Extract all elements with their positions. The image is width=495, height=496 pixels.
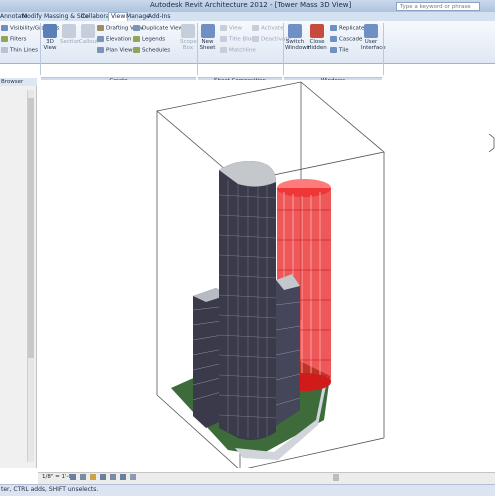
callout-icon <box>80 24 95 38</box>
ribbon-separator <box>197 23 198 75</box>
ribbon-tabs: Annotate Modify Massing & Site Collabora… <box>0 12 495 21</box>
callout-button[interactable]: Callout <box>79 24 98 45</box>
status-text: ter, CTRL adds, SHIFT unselects. <box>1 486 99 493</box>
legends-icon <box>133 36 140 42</box>
3d-model-drawing <box>156 81 385 471</box>
elevation-icon <box>97 36 104 42</box>
new-sheet-icon <box>200 24 215 38</box>
title-bar: Autodesk Revit Architecture 2012 - [Towe… <box>0 0 495 12</box>
close-hidden-button[interactable]: Close Hidden <box>307 24 327 51</box>
browser-scrollbar[interactable] <box>27 90 34 462</box>
activate-icon <box>252 25 259 31</box>
cascade-button[interactable]: Cascade <box>330 36 362 43</box>
section-button[interactable]: Section <box>60 24 80 45</box>
title-block-icon <box>220 36 227 42</box>
elevation-button[interactable]: Elevation <box>97 36 132 43</box>
legends-button[interactable]: Legends <box>133 36 165 43</box>
close-hidden-icon <box>310 24 324 38</box>
window-title: Autodesk Revit Architecture 2012 - [Towe… <box>150 1 352 9</box>
detail-level-icon[interactable] <box>70 474 76 480</box>
status-bar: ter, CTRL adds, SHIFT unselects. <box>0 484 495 496</box>
visibility-icon <box>1 25 8 31</box>
filter-icon <box>1 36 8 42</box>
schedules-icon <box>133 47 140 53</box>
tile-button[interactable]: Tile <box>330 47 349 54</box>
tile-icon <box>330 47 337 53</box>
replicate-button[interactable]: Replicate <box>330 25 364 32</box>
plan-views-icon <box>97 47 104 53</box>
switch-windows-icon <box>288 24 302 38</box>
tab-add-ins[interactable]: Add-Ins <box>148 13 170 20</box>
shadows-icon[interactable] <box>100 474 106 480</box>
view-icon <box>220 25 227 31</box>
view-button[interactable]: View <box>220 25 242 32</box>
project-browser[interactable]: Browser <box>0 78 37 468</box>
schedules-button[interactable]: Schedules <box>133 47 170 54</box>
ribbon: Visibility/Graphics Filters Thin Lines 3… <box>0 21 495 85</box>
scope-box-button[interactable]: Scope Box <box>180 24 197 51</box>
user-interface-icon <box>364 24 378 38</box>
switch-windows-button[interactable]: Switch Windows <box>285 24 310 51</box>
horizontal-scroll-thumb[interactable] <box>333 474 339 481</box>
visual-style-icon[interactable] <box>80 474 86 480</box>
section-icon <box>61 24 76 38</box>
view-control-bar <box>38 472 495 484</box>
drafting-view-icon <box>97 25 104 31</box>
cascade-icon <box>330 36 337 42</box>
activate-button[interactable]: Activate <box>252 25 284 32</box>
scope-box-icon <box>181 24 195 38</box>
user-interface-button[interactable]: User Interface <box>361 24 386 51</box>
filters-button[interactable]: Filters <box>1 36 27 43</box>
thin-lines-icon <box>1 47 8 53</box>
replicate-icon <box>330 25 337 31</box>
plan-views-button[interactable]: Plan Views <box>97 47 135 54</box>
hide-isolate-icon[interactable] <box>130 474 136 480</box>
3d-view-icon <box>43 24 57 38</box>
ribbon-separator <box>40 23 41 75</box>
tab-modify[interactable]: Modify <box>22 13 42 20</box>
tab-manage[interactable]: Manage <box>126 13 150 20</box>
3d-viewport[interactable] <box>38 80 495 471</box>
deactivate-icon <box>252 36 259 42</box>
new-sheet-button[interactable]: New Sheet <box>199 24 216 51</box>
project-browser-header: Browser <box>0 78 37 86</box>
3d-view-button[interactable]: 3D View <box>43 24 57 51</box>
sun-path-icon[interactable] <box>90 474 96 480</box>
right-block <box>275 274 301 426</box>
show-crop-icon[interactable] <box>120 474 126 480</box>
crop-view-icon[interactable] <box>110 474 116 480</box>
duplicate-view-button[interactable]: Duplicate View <box>133 25 183 32</box>
thin-lines-button[interactable]: Thin Lines <box>1 47 38 54</box>
matchline-button[interactable]: Matchline <box>220 47 256 54</box>
ribbon-separator <box>383 23 384 75</box>
search-input[interactable]: Type a keyword or phrase <box>396 2 480 11</box>
matchline-icon <box>220 47 227 53</box>
viewcube-icon[interactable] <box>488 134 495 152</box>
duplicate-view-icon <box>133 25 140 31</box>
main-tower <box>218 161 277 440</box>
browser-scroll-thumb[interactable] <box>28 98 34 358</box>
ribbon-separator <box>283 23 284 75</box>
